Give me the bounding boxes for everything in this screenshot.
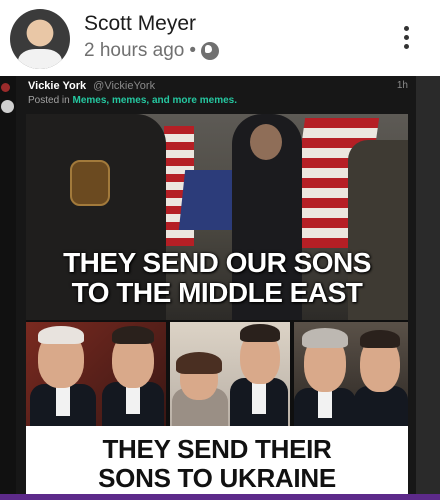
shirt-image <box>56 386 70 416</box>
hair-image <box>112 326 154 344</box>
soldier-head-image <box>250 124 282 160</box>
rail-profile-icon <box>1 100 14 113</box>
post-meta: 2 hours ago • <box>84 40 220 62</box>
embed-handle[interactable]: @VickieYork <box>93 80 155 92</box>
avatar[interactable] <box>10 9 70 69</box>
suit-image <box>354 386 408 426</box>
hair-image <box>302 328 348 348</box>
photo-left <box>26 322 166 426</box>
posted-in-label: Posted in <box>28 95 73 106</box>
post-timestamp[interactable]: 2 hours ago <box>84 40 184 62</box>
embed-author-name[interactable]: Vickie York <box>28 80 86 92</box>
hair-image <box>240 324 280 342</box>
top-caption: THEY SEND OUR SONS TO THE MIDDLE EAST <box>26 248 408 308</box>
hair-image <box>38 326 84 344</box>
author-name[interactable]: Scott Meyer <box>84 12 196 36</box>
more-vertical-icon[interactable] <box>404 26 410 50</box>
bottom-caption-line: THEY SEND THEIR <box>102 434 332 464</box>
shirt-image <box>318 390 332 418</box>
embed-time: 1h <box>396 80 408 91</box>
embed-author[interactable]: Vickie York @VickieYork <box>28 80 155 92</box>
shirt-image <box>252 380 266 414</box>
bottom-photos <box>26 322 408 426</box>
patch-image <box>70 160 110 206</box>
meme-image[interactable]: THEY SEND OUR SONS TO THE MIDDLE EAST TH… <box>26 114 408 500</box>
top-caption-line: TO THE MIDDLE EAST <box>71 277 363 308</box>
photo-middle <box>170 322 290 426</box>
bottom-accent-bar <box>0 494 440 500</box>
photo-right <box>294 322 408 426</box>
left-rail <box>0 76 16 500</box>
rail-avatar-icon <box>1 83 10 92</box>
shared-post: Vickie York @VickieYork 1h Posted in Mem… <box>0 76 440 500</box>
meta-separator: • <box>189 40 197 61</box>
shirt-image <box>126 384 140 414</box>
group-link[interactable]: Memes, memes, and more memes. <box>72 95 237 106</box>
globe-icon[interactable] <box>201 42 220 60</box>
post-header: Scott Meyer 2 hours ago • <box>0 0 440 76</box>
top-caption-line: THEY SEND OUR SONS <box>63 247 371 278</box>
bottom-caption-line: SONS TO UKRAINE <box>98 463 336 493</box>
embed-posted-in: Posted in Memes, memes, and more memes. <box>28 95 237 106</box>
hair-image <box>360 330 400 348</box>
bottom-caption: THEY SEND THEIR SONS TO UKRAINE <box>26 426 408 500</box>
right-scrollbar[interactable] <box>416 76 440 500</box>
hair-image <box>176 352 222 374</box>
